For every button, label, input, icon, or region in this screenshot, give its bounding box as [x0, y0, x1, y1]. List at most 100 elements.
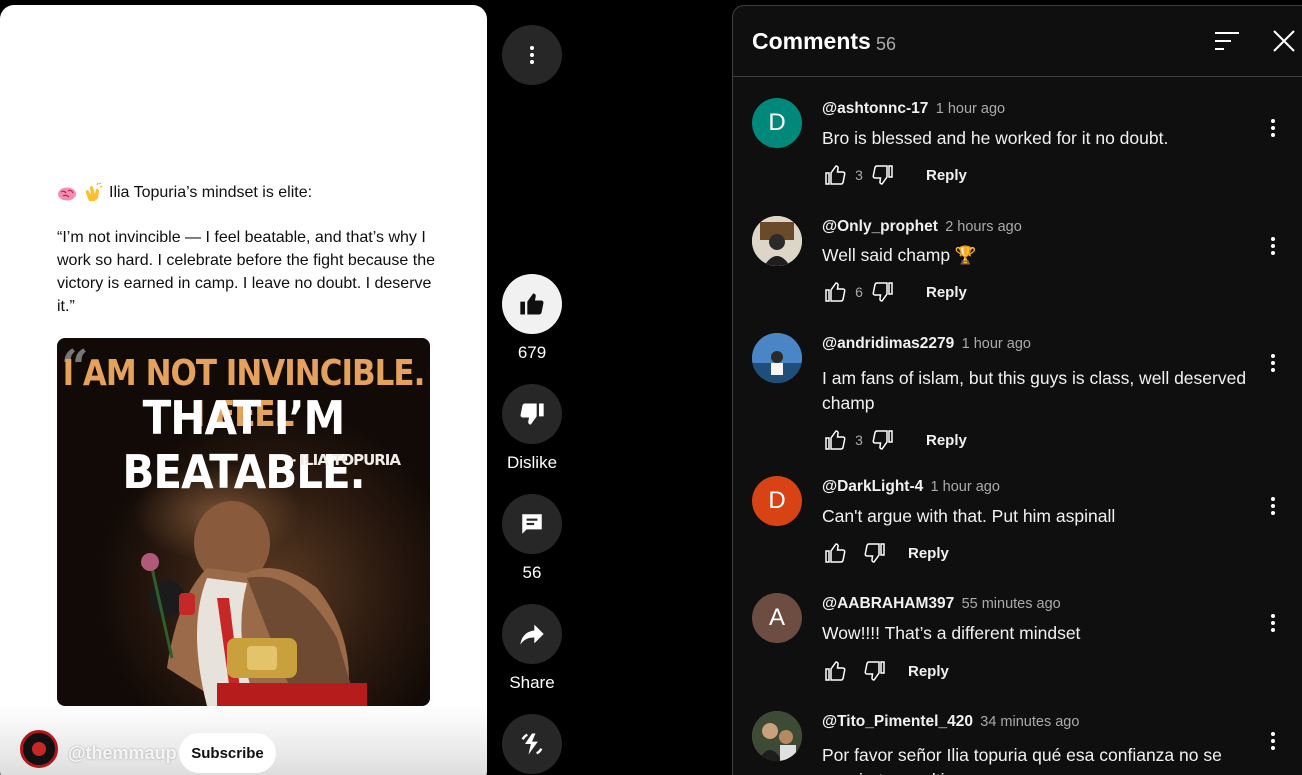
commenter-avatar[interactable]: [752, 216, 802, 266]
thumb-up-outline-icon: [825, 543, 846, 563]
comment-reply-button[interactable]: Reply: [926, 167, 967, 184]
comment-icon: [522, 514, 542, 534]
commenter-avatar[interactable]: [752, 711, 802, 761]
brain-emoji-icon: [58, 187, 76, 200]
comment-reply-button[interactable]: Reply: [908, 663, 949, 680]
avatar-photo: [752, 333, 802, 383]
comment-dislike-button[interactable]: [862, 540, 888, 566]
comments-panel: Comments 56 D @ashtonnc-17 1 hour ago Br…: [732, 5, 1302, 775]
comment-author[interactable]: @ashtonnc-17: [822, 100, 928, 117]
dislike-label: Dislike: [506, 453, 558, 472]
thumb-up-outline-icon: [825, 661, 846, 681]
comment-like-button[interactable]: [822, 658, 848, 684]
like-button[interactable]: [502, 274, 562, 334]
comment-time[interactable]: 1 hour ago: [936, 101, 1005, 117]
remix-button[interactable]: [502, 714, 562, 774]
more-options-button[interactable]: [502, 25, 562, 85]
comments-header: Comments 56: [733, 6, 1302, 77]
comment-reply-button[interactable]: Reply: [926, 284, 967, 301]
comment-text: Can't argue with that. Put him aspinall: [822, 506, 1116, 526]
commenter-avatar[interactable]: [752, 333, 802, 383]
sort-icon[interactable]: [1215, 30, 1241, 52]
comment-more-button[interactable]: [1261, 234, 1285, 258]
more-vert-icon: [1271, 237, 1275, 255]
dislike-button[interactable]: [502, 384, 562, 444]
comment-like-count: 3: [855, 167, 863, 183]
comment-like-button[interactable]: [822, 279, 848, 305]
more-vert-icon: [1271, 614, 1275, 632]
comment-more-button[interactable]: [1261, 729, 1285, 753]
subscribe-button[interactable]: Subscribe: [179, 733, 276, 773]
comment-like-count: 6: [855, 284, 863, 300]
share-label: Share: [509, 673, 555, 692]
comments-button[interactable]: [502, 494, 562, 554]
more-vert-icon: [1271, 119, 1275, 137]
share-button[interactable]: [502, 604, 562, 664]
comment-text: Wow!!!! That’s a different mindset: [822, 623, 1081, 643]
commenter-avatar[interactable]: D: [752, 476, 802, 526]
comment-time[interactable]: 55 minutes ago: [962, 596, 1061, 612]
remix-icon: [521, 733, 543, 755]
comment-dislike-button[interactable]: [870, 279, 896, 305]
thumb-down-outline-icon: [872, 430, 893, 450]
avatar-photo: [752, 216, 802, 266]
comment-dislike-button[interactable]: [862, 658, 888, 684]
comment-text: Por favor señor Ilia topuria qué esa con…: [822, 745, 1222, 775]
more-vert-icon: [1271, 497, 1275, 515]
comment-time[interactable]: 34 minutes ago: [980, 714, 1079, 730]
comment-author[interactable]: @AABRAHAM397: [822, 595, 954, 612]
clapping-hands-emoji-icon: [85, 182, 103, 201]
comment-dislike-button[interactable]: [870, 427, 896, 453]
commenter-avatar[interactable]: D: [752, 98, 802, 148]
thumb-down-icon: [520, 403, 544, 425]
comment-time[interactable]: 1 hour ago: [962, 336, 1031, 352]
comments-header-count: 56: [876, 34, 897, 54]
comment-dislike-button[interactable]: [870, 162, 896, 188]
comments-title: Comments: [752, 28, 871, 54]
image-headline-2: THAT I’M BEATABLE.: [122, 391, 365, 499]
comment-text: Well said champ 🏆: [822, 245, 977, 265]
comment-more-button[interactable]: [1261, 494, 1285, 518]
comment-like-button[interactable]: [822, 540, 848, 566]
comment-text: Bro is blessed and he worked for it no d…: [822, 128, 1169, 148]
channel-handle[interactable]: @themmaup: [68, 743, 177, 764]
comment-more-button[interactable]: [1261, 351, 1285, 375]
shorts-video-player[interactable]: Ilia Topuria’s mindset is elite: “I’m no…: [0, 5, 487, 775]
comment-more-button[interactable]: [1261, 611, 1285, 635]
post-image: “ I AM NOT INVINCIBLE. I FEEL THAT I’M B…: [57, 338, 430, 706]
comment-reply-button[interactable]: Reply: [926, 432, 967, 449]
channel-avatar[interactable]: [20, 730, 58, 768]
more-vert-icon: [1271, 354, 1275, 372]
thumb-down-outline-icon: [864, 543, 885, 563]
comment-like-count: 3: [855, 432, 863, 448]
avatar-photo: [752, 711, 802, 761]
commenter-avatar[interactable]: A: [752, 593, 802, 643]
comment-author[interactable]: @Only_prophet: [822, 218, 938, 235]
comment-like-button[interactable]: [822, 162, 848, 188]
more-vert-icon: [1271, 732, 1275, 750]
thumb-up-icon: [520, 293, 544, 315]
thumb-down-outline-icon: [864, 661, 885, 681]
comment-more-button[interactable]: [1261, 116, 1285, 140]
image-byline: - ILIA TOPURIA: [290, 451, 401, 469]
post-quote-text: “I’m not invincible — I feel beatable, a…: [57, 229, 436, 315]
thumb-up-outline-icon: [825, 282, 846, 302]
comment-time[interactable]: 2 hours ago: [945, 219, 1022, 235]
thumb-down-outline-icon: [872, 165, 893, 185]
comment-reply-button[interactable]: Reply: [908, 545, 949, 562]
share-icon: [520, 624, 544, 645]
comment-like-button[interactable]: [822, 427, 848, 453]
like-count: 679: [517, 343, 547, 362]
comment-text: I am fans of islam, but this guys is cla…: [822, 368, 1247, 413]
close-icon[interactable]: [1271, 28, 1297, 54]
post-intro-text: Ilia Topuria’s mindset is elite:: [109, 184, 313, 201]
thumb-down-outline-icon: [872, 282, 893, 302]
comment-time[interactable]: 1 hour ago: [931, 479, 1000, 495]
comment-author[interactable]: @Tito_Pimentel_420: [822, 713, 973, 730]
more-vert-icon: [530, 46, 534, 64]
post-caption: Ilia Topuria’s mindset is elite: “I’m no…: [57, 181, 437, 318]
comment-author[interactable]: @DarkLight-4: [822, 478, 923, 495]
thumb-up-outline-icon: [825, 165, 846, 185]
thumb-up-outline-icon: [825, 430, 846, 450]
comment-author[interactable]: @andridimas2279: [822, 335, 954, 352]
